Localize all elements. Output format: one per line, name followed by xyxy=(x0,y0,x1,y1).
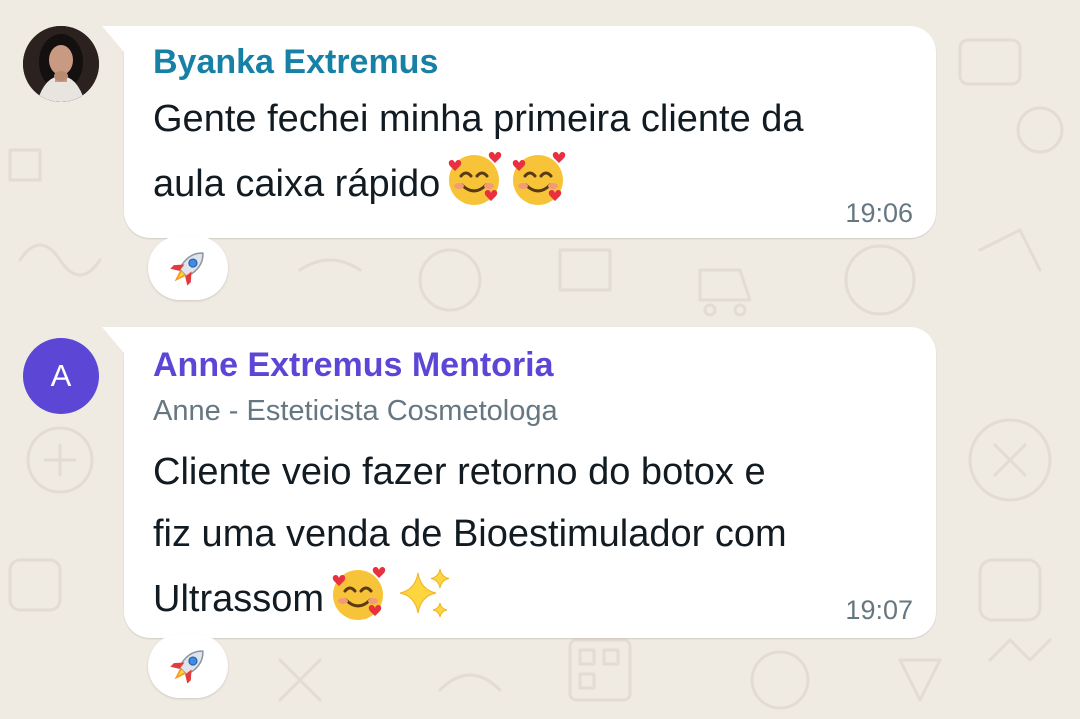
message-timestamp: 19:06 xyxy=(845,198,913,228)
smiling-face-with-hearts-icon xyxy=(444,150,504,227)
message-line: fiz uma venda de Bioestimulador com xyxy=(153,513,787,555)
message-line: Gente fechei minha primeira cliente da xyxy=(153,98,804,140)
message-line: Ultrassom xyxy=(153,578,325,620)
message-line: aula caixa rápido xyxy=(153,163,441,205)
smiling-face-with-hearts-icon xyxy=(508,150,568,227)
sender-name[interactable]: Anne Extremus Mentoria xyxy=(153,346,554,385)
reaction-badge[interactable] xyxy=(148,634,228,698)
message-bubble[interactable]: Anne Extremus Mentoria Anne - Esteticist… xyxy=(102,327,936,638)
message-text: Gente fechei minha primeira cliente da a… xyxy=(153,88,804,227)
sender-avatar[interactable]: A xyxy=(23,338,99,414)
message-text: Cliente veio fazer retorno do botox e fi… xyxy=(153,441,787,642)
message-line-with-emoji: aula caixa rápido xyxy=(153,150,804,227)
message-timestamp: 19:07 xyxy=(845,595,913,625)
sparkles-icon xyxy=(392,565,452,642)
rocket-icon xyxy=(170,650,204,684)
rocket-icon xyxy=(170,252,204,286)
profile-photo-icon xyxy=(23,26,99,102)
message-line-with-emoji: Ultrassom xyxy=(153,565,787,642)
reaction-badge[interactable] xyxy=(148,236,228,300)
smiling-face-with-hearts-icon xyxy=(328,565,388,642)
message-bubble[interactable]: Byanka Extremus Gente fechei minha prime… xyxy=(102,26,936,238)
sender-avatar[interactable] xyxy=(23,26,99,102)
sender-subtitle: Anne - Esteticista Cosmetologa xyxy=(153,395,558,427)
message-line: Cliente veio fazer retorno do botox e xyxy=(153,451,766,493)
sender-name[interactable]: Byanka Extremus xyxy=(153,43,438,82)
